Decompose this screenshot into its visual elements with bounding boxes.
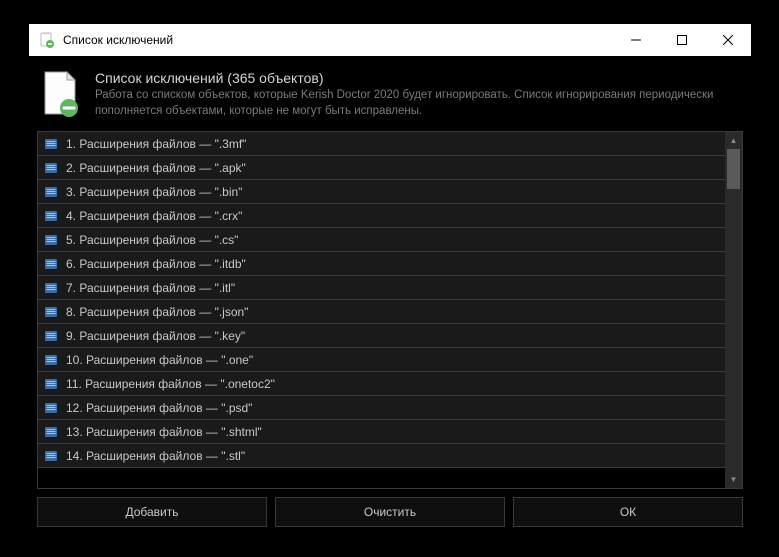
list-item[interactable]: 2. Расширения файлов — ".apk" (38, 156, 725, 180)
titlebar: Список исключений (29, 24, 751, 56)
exclusion-list-window: Список исключений Список исключений (365… (29, 24, 751, 535)
button-bar: Добавить Очистить ОК (37, 489, 743, 527)
list-item-label: 9. Расширения файлов — ".key" (66, 329, 245, 343)
maximize-button[interactable] (659, 24, 705, 56)
list-item-label: 14. Расширения файлов — ".stl" (66, 449, 245, 463)
list-item-label: 13. Расширения файлов — ".shtml" (66, 425, 262, 439)
list-item-icon (44, 425, 58, 439)
list-item[interactable]: 11. Расширения файлов — ".onetoc2" (38, 372, 725, 396)
header-title: Список исключений (365 объектов) (95, 70, 739, 86)
window-controls (613, 24, 751, 56)
list-item-label: 7. Расширения файлов — ".itl" (66, 281, 235, 295)
list-item[interactable]: 12. Расширения файлов — ".psd" (38, 396, 725, 420)
list-item[interactable]: 7. Расширения файлов — ".itl" (38, 276, 725, 300)
list-item-icon (44, 401, 58, 415)
list-item[interactable]: 10. Расширения файлов — ".one" (38, 348, 725, 372)
scrollbar[interactable]: ▲ ▼ (725, 132, 742, 488)
list-item-label: 12. Расширения файлов — ".psd" (66, 401, 252, 415)
list-item-label: 5. Расширения файлов — ".cs" (66, 233, 238, 247)
client-area: Список исключений (365 объектов) Работа … (29, 56, 751, 535)
close-button[interactable] (705, 24, 751, 56)
list-item[interactable]: 6. Расширения файлов — ".itdb" (38, 252, 725, 276)
document-icon (41, 70, 81, 118)
list-item[interactable]: 3. Расширения файлов — ".bin" (38, 180, 725, 204)
list-item-icon (44, 305, 58, 319)
minimize-button[interactable] (613, 24, 659, 56)
list-item[interactable]: 13. Расширения файлов — ".shtml" (38, 420, 725, 444)
scroll-thumb[interactable] (727, 149, 740, 189)
list-item-icon (44, 281, 58, 295)
list-item-icon (44, 329, 58, 343)
list-item[interactable]: 4. Расширения файлов — ".crx" (38, 204, 725, 228)
clear-button[interactable]: Очистить (275, 497, 505, 527)
list-item-label: 6. Расширения файлов — ".itdb" (66, 257, 246, 271)
ok-button[interactable]: ОК (513, 497, 743, 527)
scroll-up-icon[interactable]: ▲ (725, 132, 742, 149)
list-item-icon (44, 137, 58, 151)
list-item-label: 2. Расширения файлов — ".apk" (66, 161, 246, 175)
list-container: 1. Расширения файлов — ".3mf" 2. Расширен… (37, 131, 743, 489)
window-title: Список исключений (63, 33, 613, 47)
list-item-icon (44, 449, 58, 463)
list-item-label: 10. Расширения файлов — ".one" (66, 353, 253, 367)
list-item[interactable]: 8. Расширения файлов — ".json" (38, 300, 725, 324)
list-item[interactable]: 14. Расширения файлов — ".stl" (38, 444, 725, 468)
list-item-icon (44, 185, 58, 199)
list-item[interactable]: 1. Расширения файлов — ".3mf" (38, 132, 725, 156)
list-item-icon (44, 377, 58, 391)
list-item-label: 8. Расширения файлов — ".json" (66, 305, 248, 319)
list-item-label: 4. Расширения файлов — ".crx" (66, 209, 242, 223)
list-item-label: 11. Расширения файлов — ".onetoc2" (66, 377, 275, 391)
scroll-down-icon[interactable]: ▼ (725, 471, 742, 488)
list-item-icon (44, 353, 58, 367)
header-text: Список исключений (365 объектов) Работа … (95, 70, 739, 119)
app-icon (39, 32, 55, 48)
header: Список исключений (365 объектов) Работа … (37, 64, 743, 131)
exclusion-list[interactable]: 1. Расширения файлов — ".3mf" 2. Расширен… (38, 132, 725, 488)
list-item-icon (44, 209, 58, 223)
list-item-icon (44, 233, 58, 247)
list-item-icon (44, 161, 58, 175)
list-item-label: 3. Расширения файлов — ".bin" (66, 185, 242, 199)
list-item[interactable]: 9. Расширения файлов — ".key" (38, 324, 725, 348)
add-button[interactable]: Добавить (37, 497, 267, 527)
header-description: Работа со списком объектов, которые Keri… (95, 88, 739, 119)
list-item-label: 1. Расширения файлов — ".3mf" (66, 137, 246, 151)
list-item[interactable]: 5. Расширения файлов — ".cs" (38, 228, 725, 252)
list-item-icon (44, 257, 58, 271)
